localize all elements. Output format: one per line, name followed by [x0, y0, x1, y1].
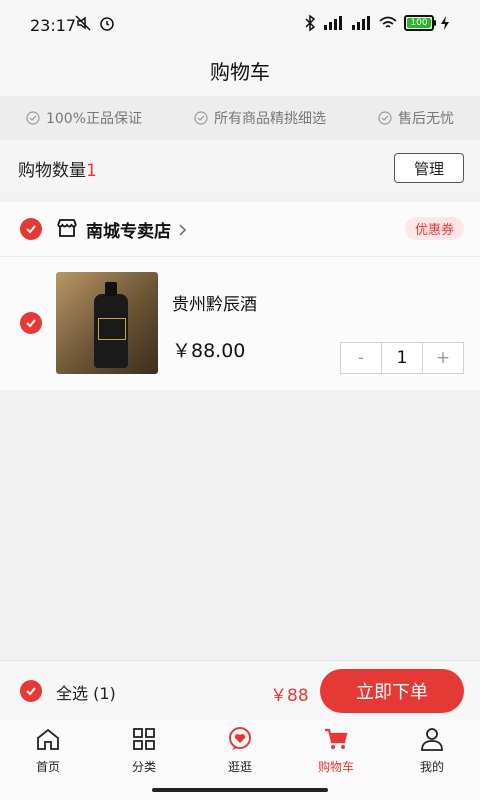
user-icon [421, 728, 443, 751]
guarantee-item: 100%正品保证 [26, 108, 142, 128]
item-checkbox[interactable] [20, 312, 42, 334]
cart-count-bar: 购物数量1 管理 [0, 140, 480, 192]
charging-icon [441, 16, 449, 30]
home-indicator[interactable] [152, 788, 328, 792]
cart-count: 购物数量1 [18, 156, 97, 181]
tab-category[interactable]: 分类 [96, 726, 192, 775]
header: 购物车 [0, 50, 480, 96]
battery-icon: 100 [404, 15, 436, 31]
check-circle-icon [26, 111, 40, 125]
check-circle-icon [194, 111, 208, 125]
quantity-value[interactable]: 1 [381, 343, 423, 373]
store-name-link[interactable]: 南城专卖店 [86, 217, 187, 242]
guarantee-item: 所有商品精挑细选 [194, 108, 326, 128]
guarantee-bar: 100%正品保证 所有商品精挑细选 售后无忧 [0, 96, 480, 140]
checkmark-icon [26, 319, 36, 328]
guarantee-label: 售后无忧 [397, 111, 454, 127]
heart-bubble-icon [229, 727, 251, 750]
wifi-icon [379, 16, 397, 28]
bluetooth-icon [305, 14, 316, 32]
bottle-graphic [94, 282, 128, 368]
cart-count-number: 1 [86, 161, 97, 181]
cart-icon [325, 728, 348, 749]
store-header: 南城专卖店 优惠券 [0, 202, 480, 257]
signal-hd-icon [352, 16, 370, 30]
coupon-button[interactable]: 优惠券 [404, 217, 464, 240]
check-circle-icon [378, 111, 392, 125]
tab-browse[interactable]: 逛逛 [192, 726, 288, 775]
tab-label: 我的 [419, 760, 444, 774]
guarantee-label: 100%正品保证 [45, 111, 143, 127]
store-name: 南城专卖店 [86, 222, 171, 242]
store-icon [57, 219, 77, 237]
increment-button[interactable]: + [423, 343, 463, 373]
alarm-icon [100, 17, 114, 31]
place-order-button[interactable]: 立即下单 [320, 669, 464, 713]
tab-label: 分类 [131, 760, 156, 774]
tab-cart[interactable]: 购物车 [288, 726, 384, 775]
checkout-bar: 全选 (1) ￥88 立即下单 [0, 660, 480, 721]
tab-label: 首页 [35, 760, 60, 774]
manage-button[interactable]: 管理 [394, 153, 464, 183]
product-name[interactable]: 贵州黔辰酒 [172, 290, 257, 315]
quantity-stepper: - 1 + [340, 342, 464, 374]
total-price: ￥88 [270, 686, 309, 706]
tab-profile[interactable]: 我的 [384, 726, 480, 775]
signal-hd-icon [324, 16, 342, 30]
status-bar: 23:17 100 [0, 0, 480, 50]
mute-icon [75, 15, 91, 31]
home-icon [37, 728, 59, 750]
select-all-label[interactable]: 全选 (1) [56, 680, 116, 704]
checkmark-icon [26, 225, 36, 234]
tab-home[interactable]: 首页 [0, 726, 96, 775]
decrement-button[interactable]: - [341, 343, 381, 373]
guarantee-label: 所有商品精挑细选 [214, 111, 326, 127]
select-all-checkbox[interactable] [20, 680, 42, 702]
store-checkbox[interactable] [20, 218, 42, 240]
product-image[interactable] [56, 272, 158, 374]
tab-label: 逛逛 [227, 760, 252, 774]
status-time: 23:17 [30, 16, 77, 35]
chevron-right-icon [179, 224, 186, 236]
battery-level: 100 [407, 18, 431, 28]
product-price: ￥88.00 [172, 340, 246, 362]
guarantee-item: 售后无忧 [378, 108, 454, 128]
tab-label: 购物车 [317, 760, 354, 774]
store-card: 南城专卖店 优惠券 贵州黔辰酒 ￥88.00 - 1 + [0, 202, 480, 390]
checkmark-icon [26, 687, 36, 696]
grid-icon [133, 728, 155, 750]
page-title: 购物车 [210, 60, 270, 84]
cart-count-label: 购物数量 [18, 161, 86, 181]
